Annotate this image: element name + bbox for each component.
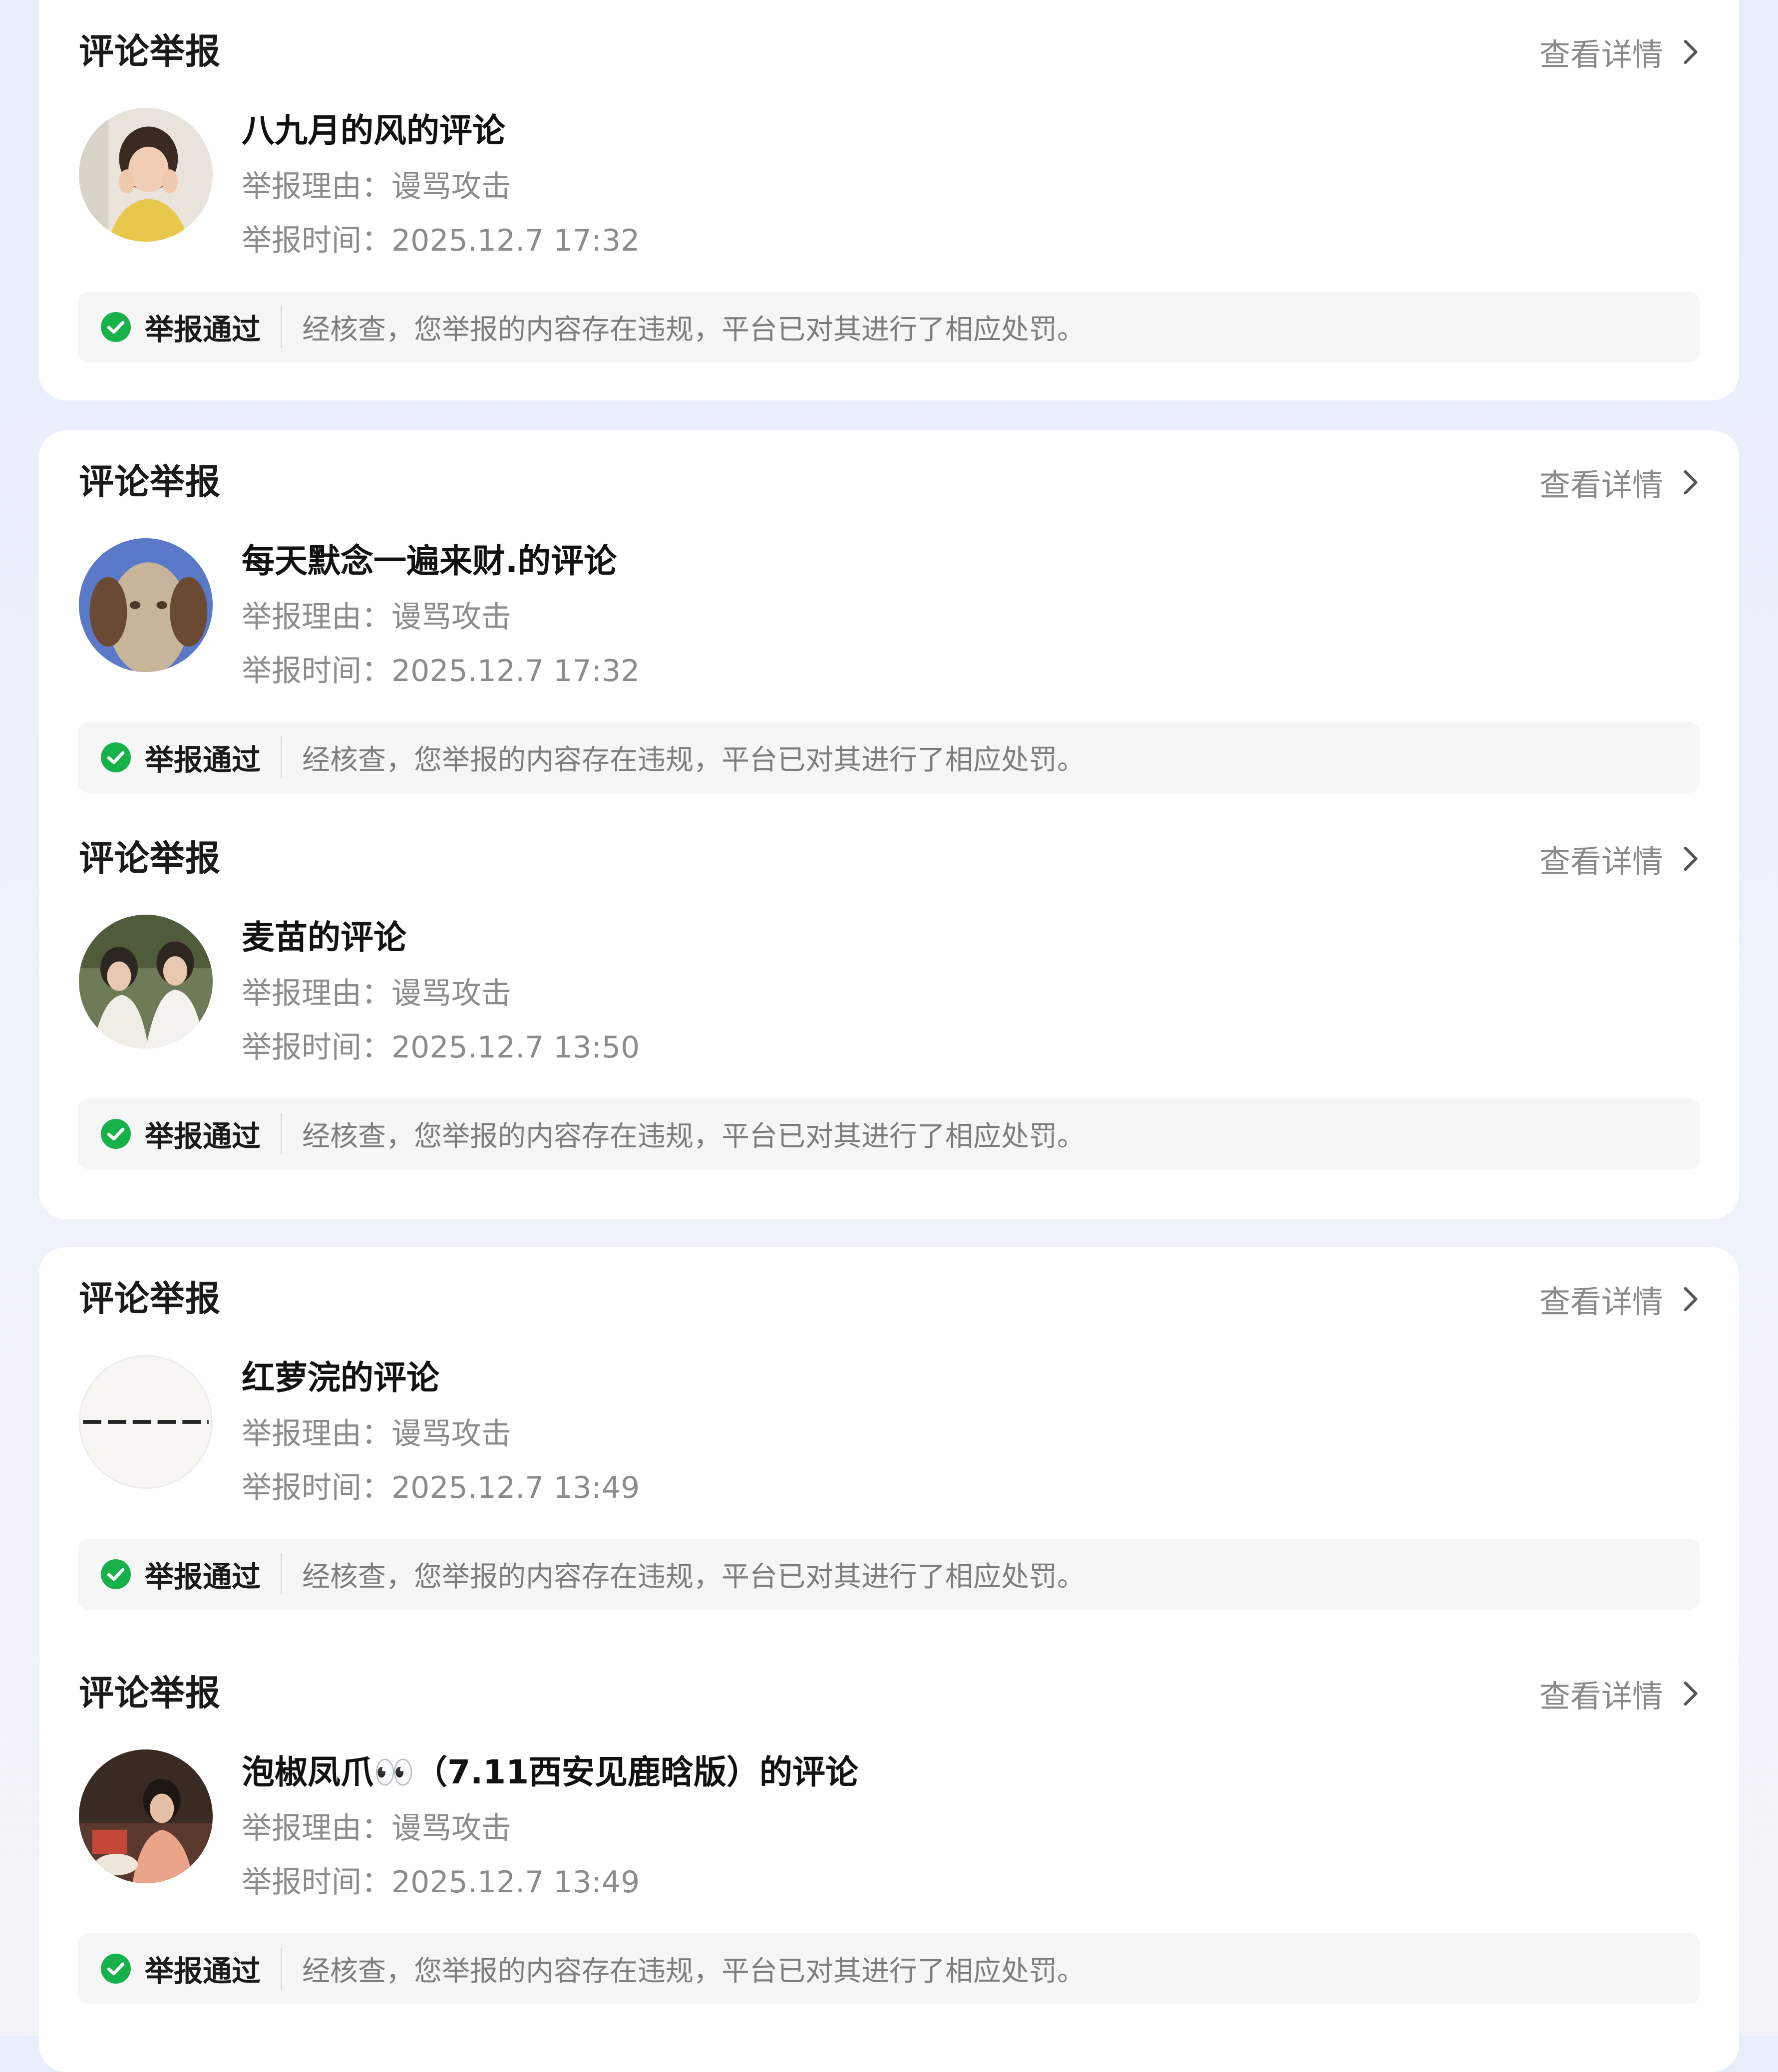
report-reason-row: 举报理由：谩骂攻击 — [242, 1806, 858, 1850]
report-info: 泡椒凤爪👀（7.11西安见鹿晗版）的评论 举报理由：谩骂攻击 举报时间：2025… — [242, 1747, 858, 1904]
report-result-bar: 举报通过 经核查，您举报的内容存在违规，平台已对其进行了相应处罚。 — [78, 1098, 1700, 1169]
report-result-text: 经核查，您举报的内容存在违规，平台已对其进行了相应处罚。 — [302, 313, 1085, 346]
report-info: 麦苗的评论 举报理由：谩骂攻击 举报时间：2025.12.7 13:50 — [242, 913, 640, 1069]
report-card: 评论举报 查看详情 每天默念一遍来财.的评论 举报理由：谩骂攻击 举报时间：20… — [39, 430, 1739, 861]
report-time-value: 2025.12.7 13:50 — [391, 1030, 640, 1065]
view-details-link[interactable]: 查看详情 — [1539, 839, 1702, 880]
report-reason-label: 举报理由： — [242, 600, 391, 635]
avatar[interactable] — [79, 1749, 213, 1883]
report-result-text: 经核查，您举报的内容存在违规，平台已对其进行了相应处罚。 — [302, 743, 1085, 776]
report-time-label: 举报时间： — [242, 1470, 391, 1505]
report-status: 举报通过 — [145, 1119, 261, 1153]
divider — [281, 1553, 283, 1595]
report-time-label: 举报时间： — [242, 223, 391, 258]
report-time-row: 举报时间：2025.12.7 13:49 — [242, 1860, 858, 1904]
report-status: 举报通过 — [145, 313, 261, 346]
report-time-row: 举报时间：2025.12.7 13:50 — [242, 1026, 640, 1069]
report-reason-row: 举报理由：谩骂攻击 — [242, 1412, 640, 1456]
chevron-right-icon — [1684, 1681, 1698, 1706]
chevron-right-icon — [1684, 39, 1698, 64]
report-time-row: 举报时间：2025.12.7 17:32 — [242, 649, 640, 693]
report-status: 举报通过 — [145, 1560, 261, 1594]
report-info: 红萝浣的评论 举报理由：谩骂攻击 举报时间：2025.12.7 13:49 — [242, 1353, 640, 1510]
view-details-label: 查看详情 — [1539, 843, 1663, 880]
report-time-label: 举报时间： — [242, 1865, 391, 1900]
report-time-value: 2025.12.7 17:32 — [391, 223, 640, 258]
report-card: 评论举报 查看详情 麦苗的评论 举报理由：谩骂攻击 举报时间：2025.12.7… — [39, 807, 1739, 1219]
check-circle-icon — [101, 742, 131, 772]
report-result-text: 经核查，您举报的内容存在违规，平台已对其进行了相应处罚。 — [302, 1955, 1085, 1988]
check-circle-icon — [101, 1954, 131, 1984]
check-circle-icon — [101, 1559, 131, 1589]
view-details-label: 查看详情 — [1539, 467, 1663, 503]
card-title: 评论举报 — [79, 838, 221, 879]
report-reason-value: 谩骂攻击 — [391, 1416, 511, 1451]
report-reason-value: 谩骂攻击 — [391, 169, 511, 204]
report-result-bar: 举报通过 经核查，您举报的内容存在违规，平台已对其进行了相应处罚。 — [78, 292, 1700, 362]
report-time-row: 举报时间：2025.12.7 17:32 — [242, 219, 640, 263]
view-details-label: 查看详情 — [1539, 1284, 1663, 1320]
check-circle-icon — [101, 1119, 131, 1149]
report-reason-value: 谩骂攻击 — [391, 600, 511, 635]
view-details-label: 查看详情 — [1539, 1678, 1663, 1715]
avatar[interactable] — [79, 1355, 213, 1489]
comment-author-title[interactable]: 红萝浣的评论 — [242, 1353, 640, 1403]
report-status: 举报通过 — [145, 1954, 261, 1988]
report-time-label: 举报时间： — [242, 654, 391, 689]
divider — [281, 1113, 283, 1155]
divider — [281, 306, 283, 348]
report-reason-row: 举报理由：谩骂攻击 — [242, 165, 640, 209]
comment-author-title[interactable]: 每天默念一遍来财.的评论 — [242, 536, 640, 586]
chevron-right-icon — [1684, 846, 1698, 871]
report-reason-row: 举报理由：谩骂攻击 — [242, 595, 640, 639]
report-time-value: 2025.12.7 13:49 — [391, 1470, 640, 1505]
check-circle-icon — [101, 312, 131, 342]
comment-author-title[interactable]: 八九月的风的评论 — [242, 106, 640, 156]
card-title: 评论举报 — [79, 461, 221, 502]
view-details-link[interactable]: 查看详情 — [1539, 1279, 1702, 1320]
avatar[interactable] — [79, 915, 213, 1048]
report-card: 评论举报 查看详情 八九月的风的评论 举报理由：谩骂攻击 举报时间：2025.1… — [39, 0, 1739, 400]
report-time-value: 2025.12.7 17:32 — [391, 654, 640, 689]
report-reason-value: 谩骂攻击 — [391, 976, 511, 1011]
report-card: 评论举报 查看详情 红萝浣的评论 举报理由：谩骂攻击 举报时间：2025.12.… — [39, 1247, 1739, 1678]
report-card: 评论举报 查看详情 泡椒凤爪👀（7.11西安见鹿晗版）的评论 举报理由：谩骂攻击… — [39, 1642, 1739, 2072]
report-reason-row: 举报理由：谩骂攻击 — [242, 972, 640, 1016]
report-reason-label: 举报理由： — [242, 976, 391, 1011]
view-details-link[interactable]: 查看详情 — [1539, 462, 1702, 503]
card-title: 评论举报 — [79, 31, 221, 72]
divider — [281, 736, 283, 778]
comment-author-title[interactable]: 麦苗的评论 — [242, 913, 640, 963]
card-title: 评论举报 — [79, 1278, 221, 1319]
avatar[interactable] — [79, 538, 213, 672]
report-reason-value: 谩骂攻击 — [391, 1811, 511, 1846]
view-details-label: 查看详情 — [1539, 36, 1663, 73]
card-title: 评论举报 — [79, 1673, 221, 1714]
report-result-bar: 举报通过 经核查，您举报的内容存在违规，平台已对其进行了相应处罚。 — [78, 1933, 1700, 2004]
view-details-link[interactable]: 查看详情 — [1539, 32, 1702, 73]
divider — [281, 1948, 283, 1990]
report-info: 八九月的风的评论 举报理由：谩骂攻击 举报时间：2025.12.7 17:32 — [242, 106, 640, 263]
report-time-label: 举报时间： — [242, 1030, 391, 1065]
chevron-right-icon — [1684, 1287, 1698, 1312]
comment-author-title[interactable]: 泡椒凤爪👀（7.11西安见鹿晗版）的评论 — [242, 1747, 858, 1797]
report-reason-label: 举报理由： — [242, 1811, 391, 1846]
report-reason-label: 举报理由： — [242, 169, 391, 204]
view-details-link[interactable]: 查看详情 — [1539, 1674, 1702, 1715]
report-status: 举报通过 — [145, 743, 261, 777]
report-result-bar: 举报通过 经核查，您举报的内容存在违规，平台已对其进行了相应处罚。 — [78, 1539, 1700, 1610]
report-result-bar: 举报通过 经核查，您举报的内容存在违规，平台已对其进行了相应处罚。 — [78, 722, 1700, 793]
report-time-value: 2025.12.7 13:49 — [391, 1865, 640, 1900]
report-info: 每天默念一遍来财.的评论 举报理由：谩骂攻击 举报时间：2025.12.7 17… — [242, 536, 640, 693]
report-reason-label: 举报理由： — [242, 1416, 391, 1451]
avatar[interactable] — [79, 108, 213, 242]
chevron-right-icon — [1684, 470, 1698, 495]
report-time-row: 举报时间：2025.12.7 13:49 — [242, 1466, 640, 1510]
report-result-text: 经核查，您举报的内容存在违规，平台已对其进行了相应处罚。 — [302, 1560, 1085, 1593]
report-result-text: 经核查，您举报的内容存在违规，平台已对其进行了相应处罚。 — [302, 1120, 1085, 1153]
